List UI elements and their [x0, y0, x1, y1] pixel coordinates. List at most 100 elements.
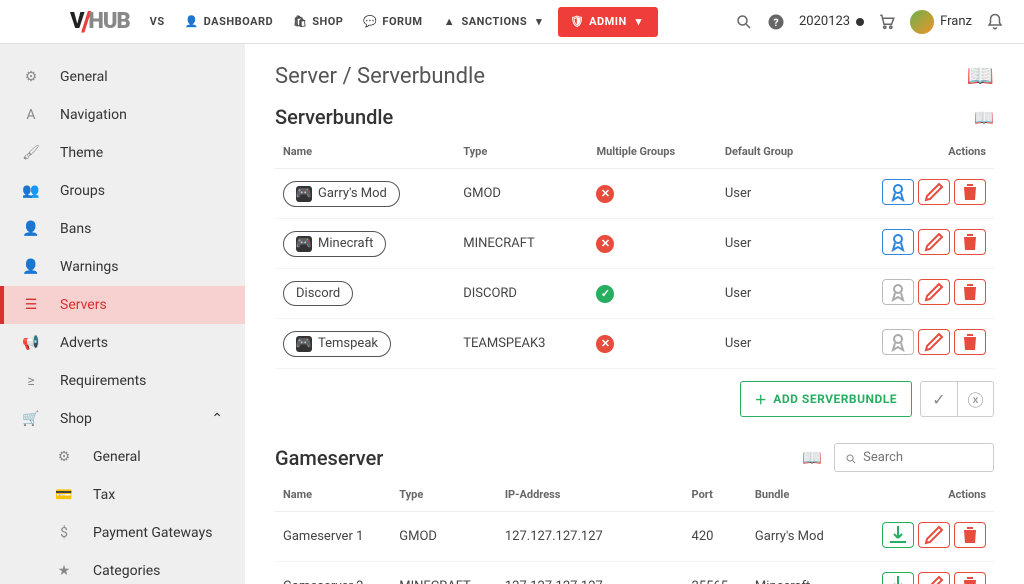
main: Server / Serverbundle 📖 Serverbundle 📖 N…	[245, 44, 1024, 584]
search-box[interactable]	[834, 443, 994, 472]
help-icon[interactable]: ?	[767, 13, 785, 31]
award-button[interactable]	[882, 279, 914, 305]
nav-vs[interactable]: VS	[142, 15, 173, 28]
sidebar-item-shop[interactable]: 🛒Shop⌃	[0, 400, 245, 438]
gs-name: Gameserver 1	[275, 512, 391, 562]
edit-button[interactable]	[918, 229, 950, 255]
sidebar-item-label: Theme	[60, 145, 103, 161]
download-button[interactable]	[882, 572, 914, 584]
delete-button[interactable]	[954, 522, 986, 548]
award-button[interactable]	[882, 179, 914, 205]
docs-icon[interactable]: 📖	[974, 108, 994, 127]
multi-status-icon: ✕	[596, 235, 614, 253]
sidebar-item-requirements[interactable]: ≥Requirements	[0, 362, 245, 400]
sidebar-sub-tax[interactable]: 💳Tax	[0, 476, 245, 514]
dollar-icon: $	[55, 524, 73, 542]
bundle-icon: 🎮	[296, 186, 312, 202]
bundle-chip[interactable]: 🎮Garry's Mod	[283, 181, 400, 207]
bundle-name: Temspeak	[318, 336, 378, 351]
th-name: Name	[275, 135, 455, 169]
sidebar-item-theme[interactable]: 🖌Theme	[0, 134, 245, 172]
delete-button[interactable]	[954, 179, 986, 205]
layout: ⚙General ANavigation 🖌Theme 👥Groups 👤Ban…	[0, 44, 1024, 584]
confirm-button[interactable]: ✓	[921, 382, 957, 416]
confirm-box: ✓ ⓧ	[920, 381, 994, 417]
nav-shop[interactable]: 🛍SHOP	[285, 15, 351, 29]
edit-button[interactable]	[918, 522, 950, 548]
award-button[interactable]	[882, 329, 914, 355]
bundle-chip[interactable]: 🎮 Temspeak	[283, 331, 391, 357]
row-actions	[882, 522, 986, 548]
download-button[interactable]	[882, 522, 914, 548]
nav-forum-label: FORUM	[382, 15, 422, 28]
sidebar-sub-general[interactable]: ⚙General	[0, 438, 245, 476]
chat-icon: 💬	[363, 15, 377, 29]
nav-forum[interactable]: 💬 FORUM	[355, 15, 430, 29]
sidebar-item-adverts[interactable]: 📢Adverts	[0, 324, 245, 362]
breadcrumb: Server / Serverbundle 📖	[275, 64, 994, 89]
user-menu[interactable]: Franz	[910, 10, 972, 34]
sidebar-item-bans[interactable]: 👤Bans	[0, 210, 245, 248]
bundle-icon: 🎮	[296, 336, 312, 352]
warning-icon: ▲	[442, 15, 456, 29]
logo[interactable]: V / HUB	[10, 5, 130, 38]
th-type: Type	[455, 135, 588, 169]
shield-icon: 🛡	[570, 15, 584, 29]
delete-button[interactable]	[954, 279, 986, 305]
bell-icon[interactable]	[986, 13, 1004, 31]
search-input[interactable]	[863, 450, 983, 465]
th-actions: Actions	[849, 478, 994, 512]
chevron-up-icon: ⌃	[211, 411, 223, 427]
sidebar-item-groups[interactable]: 👥Groups	[0, 172, 245, 210]
chevron-down-icon: ▾	[532, 15, 546, 29]
sidebar-sub-payment[interactable]: $Payment Gateways	[0, 514, 245, 552]
cart-icon[interactable]	[878, 13, 896, 31]
bundle-icon: 🎮	[296, 236, 312, 252]
th-default: Default Group	[717, 135, 831, 169]
search-icon	[845, 451, 857, 465]
row-actions	[882, 329, 986, 355]
sidebar-item-label: Requirements	[60, 373, 146, 389]
gs-port: 25565	[684, 562, 747, 584]
docs-icon[interactable]: 📖	[802, 448, 822, 467]
docs-icon[interactable]: 📖	[967, 64, 994, 89]
bag-icon: 🛍	[293, 15, 307, 29]
edit-button[interactable]	[918, 329, 950, 355]
bundle-name: Discord	[296, 286, 340, 301]
nav-admin[interactable]: 🛡ADMIN▾	[558, 7, 658, 37]
multi-status-icon: ✓	[596, 285, 614, 303]
multi-status-icon: ✕	[596, 185, 614, 203]
serverbundle-table: Name Type Multiple Groups Default Group …	[275, 135, 994, 369]
th-bundle: Bundle	[747, 478, 849, 512]
sidebar-item-navigation[interactable]: ANavigation	[0, 96, 245, 134]
cancel-button[interactable]: ⓧ	[957, 382, 993, 416]
sidebar-sub-categories[interactable]: ★Categories	[0, 552, 245, 584]
th-port: Port	[684, 478, 747, 512]
sidebar-item-servers[interactable]: ☰Servers	[0, 286, 245, 324]
gameserver-section: Gameserver 📖 Name Type IP-Address Port B…	[275, 443, 994, 584]
edit-button[interactable]	[918, 279, 950, 305]
sidebar-item-label: Adverts	[60, 335, 108, 351]
sidebar-item-label: Servers	[60, 297, 107, 313]
add-serverbundle-button[interactable]: ＋ADD SERVERBUNDLE	[740, 381, 912, 417]
table-row: Gameserver 2 MINECRAFT 127.127.127.127 2…	[275, 562, 994, 584]
delete-button[interactable]	[954, 572, 986, 584]
user-x-icon: 👤	[22, 220, 40, 238]
sidebar-item-general[interactable]: ⚙General	[0, 58, 245, 96]
avatar	[910, 10, 934, 34]
nav-dashboard[interactable]: 👤DASHBOARD	[177, 15, 282, 29]
sidebar-item-label: Warnings	[60, 259, 119, 275]
nav-vs-label: VS	[150, 15, 165, 28]
nav-sanctions[interactable]: ▲SANCTIONS▾	[434, 15, 554, 29]
delete-button[interactable]	[954, 229, 986, 255]
sidebar-item-label: General	[60, 69, 108, 85]
award-button[interactable]	[882, 229, 914, 255]
table-row: Gameserver 1 GMOD 127.127.127.127 420 Ga…	[275, 512, 994, 562]
bundle-chip[interactable]: 🎮Discord	[283, 281, 353, 306]
bundle-chip[interactable]: 🎮Minecraft	[283, 231, 386, 257]
delete-button[interactable]	[954, 329, 986, 355]
edit-button[interactable]	[918, 179, 950, 205]
search-icon[interactable]	[735, 13, 753, 31]
edit-button[interactable]	[918, 572, 950, 584]
sidebar-item-warnings[interactable]: 👤Warnings	[0, 248, 245, 286]
